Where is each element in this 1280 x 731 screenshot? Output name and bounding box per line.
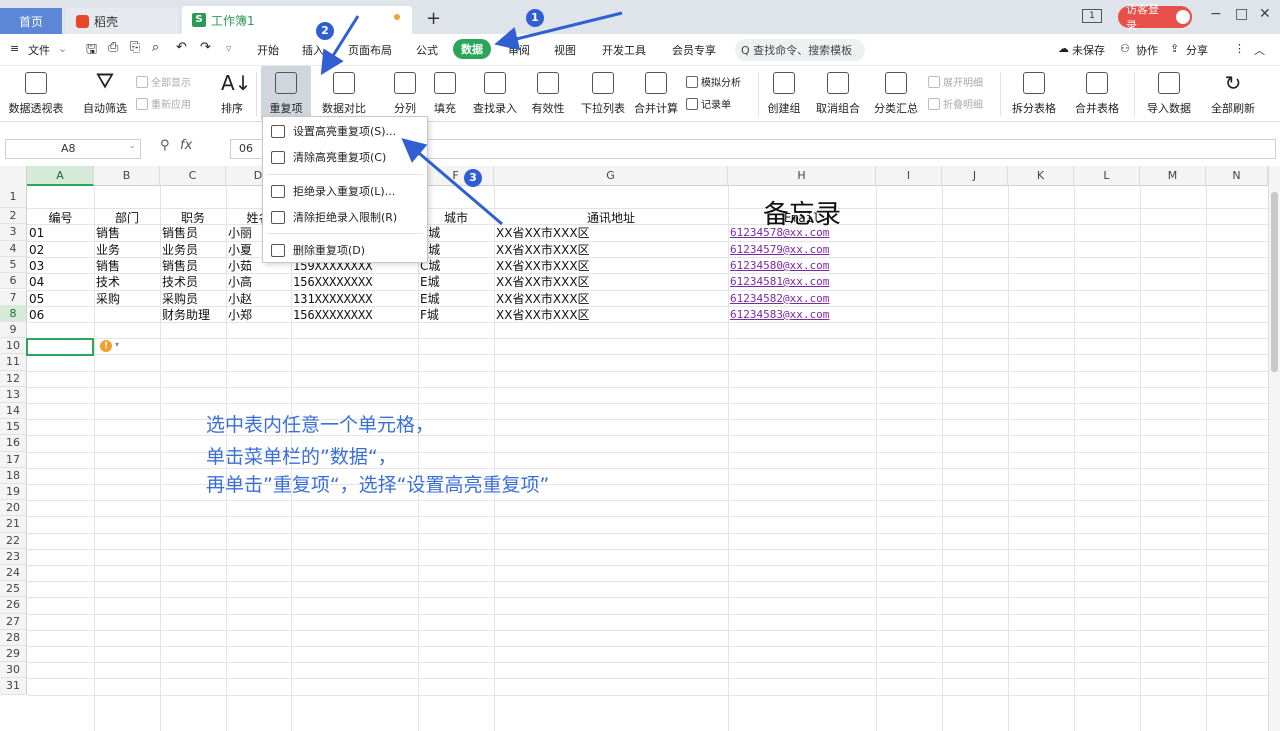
- step-badge-1: 1: [526, 9, 544, 27]
- annotation-arrows: [320, 11, 623, 226]
- step-badge-2: 2: [316, 22, 334, 40]
- step-badge-3: 3: [464, 169, 482, 187]
- arrow-to-set-highlight: [401, 138, 503, 226]
- arrow-to-data-menu: [494, 11, 623, 51]
